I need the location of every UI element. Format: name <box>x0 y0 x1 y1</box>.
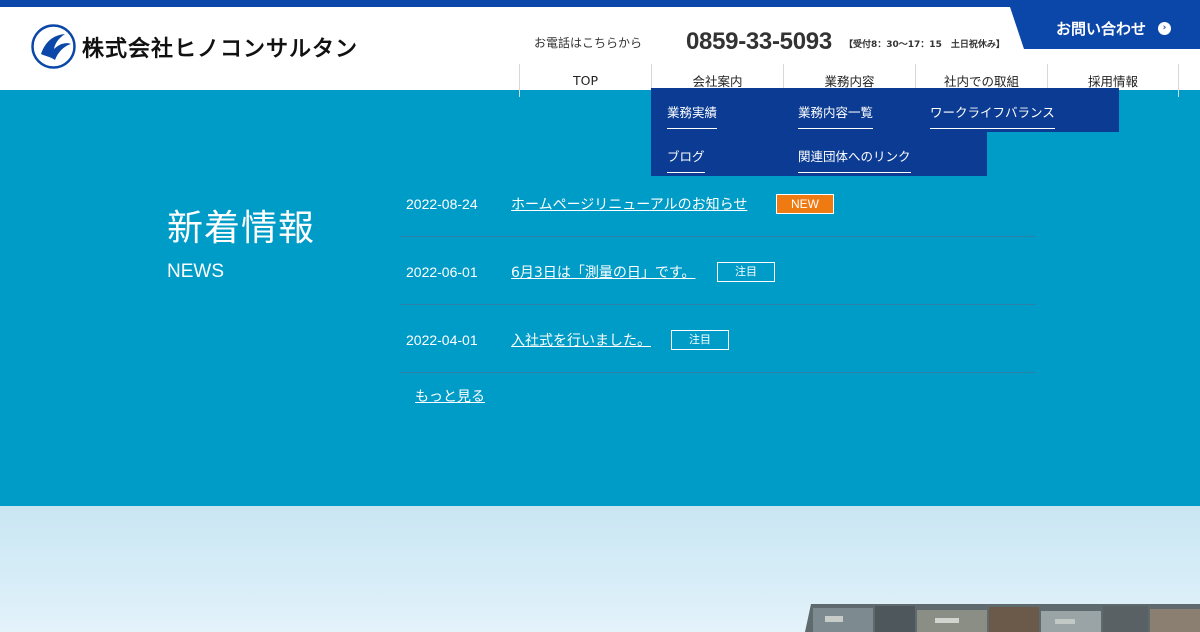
contact-button-label: お問い合わせ <box>1056 19 1147 38</box>
contact-button[interactable]: お問い合わせ › <box>1010 7 1200 49</box>
news-date: 2022-04-01 <box>406 332 478 348</box>
top-accent-stripe <box>0 0 1200 7</box>
news-title-link[interactable]: ホームページリニューアルのお知らせ <box>511 194 747 214</box>
company-logo-icon <box>31 24 76 69</box>
news-section-title: 新着情報 <box>167 208 316 249</box>
news-item: 2022-04-01 入社式を行いました。 注目 <box>400 305 1036 373</box>
news-date: 2022-08-24 <box>406 196 478 212</box>
more-news-link[interactable]: もっと見る <box>415 386 485 406</box>
news-title-link[interactable]: 入社式を行いました。 <box>511 330 651 350</box>
nav-item-top[interactable]: TOP <box>519 64 651 97</box>
featured-badge: 注目 <box>717 262 775 282</box>
phone-hours: 【受付8：30〜17：15 土日祝休み】 <box>844 40 1005 50</box>
town-photo-image <box>805 604 1200 632</box>
dropdown-item-work-life-balance[interactable]: ワークライフバランス <box>930 102 1055 129</box>
site-logo[interactable]: 株式会社ヒノコンサルタン <box>31 24 358 69</box>
news-list: 2022-08-24 ホームページリニューアルのお知らせ NEW 2022-06… <box>400 169 1036 373</box>
news-item: 2022-08-24 ホームページリニューアルのお知らせ NEW <box>400 169 1036 237</box>
new-badge: NEW <box>776 194 834 214</box>
dropdown-item-service-list[interactable]: 業務内容一覧 <box>798 102 874 129</box>
hero-image-area <box>0 506 1200 632</box>
dropdown-item-achievements[interactable]: 業務実績 <box>667 102 718 129</box>
chevron-right-icon: › <box>1158 21 1172 35</box>
news-item: 2022-06-01 6月3日は「測量の日」です。 注目 <box>400 237 1036 305</box>
news-section-subtitle: NEWS <box>167 261 224 282</box>
featured-badge: 注目 <box>671 330 729 350</box>
news-date: 2022-06-01 <box>406 264 478 280</box>
company-name: 株式会社ヒノコンサルタン <box>82 36 359 62</box>
phone-lead-text: お電話はこちらから <box>534 36 643 50</box>
company-dropdown-menu: 業務実績 業務内容一覧 ワークライフバランス <box>651 88 1119 132</box>
phone-number[interactable]: 0859-33-5093 <box>686 28 832 56</box>
news-title-link[interactable]: 6月3日は「測量の日」です。 <box>511 262 695 282</box>
